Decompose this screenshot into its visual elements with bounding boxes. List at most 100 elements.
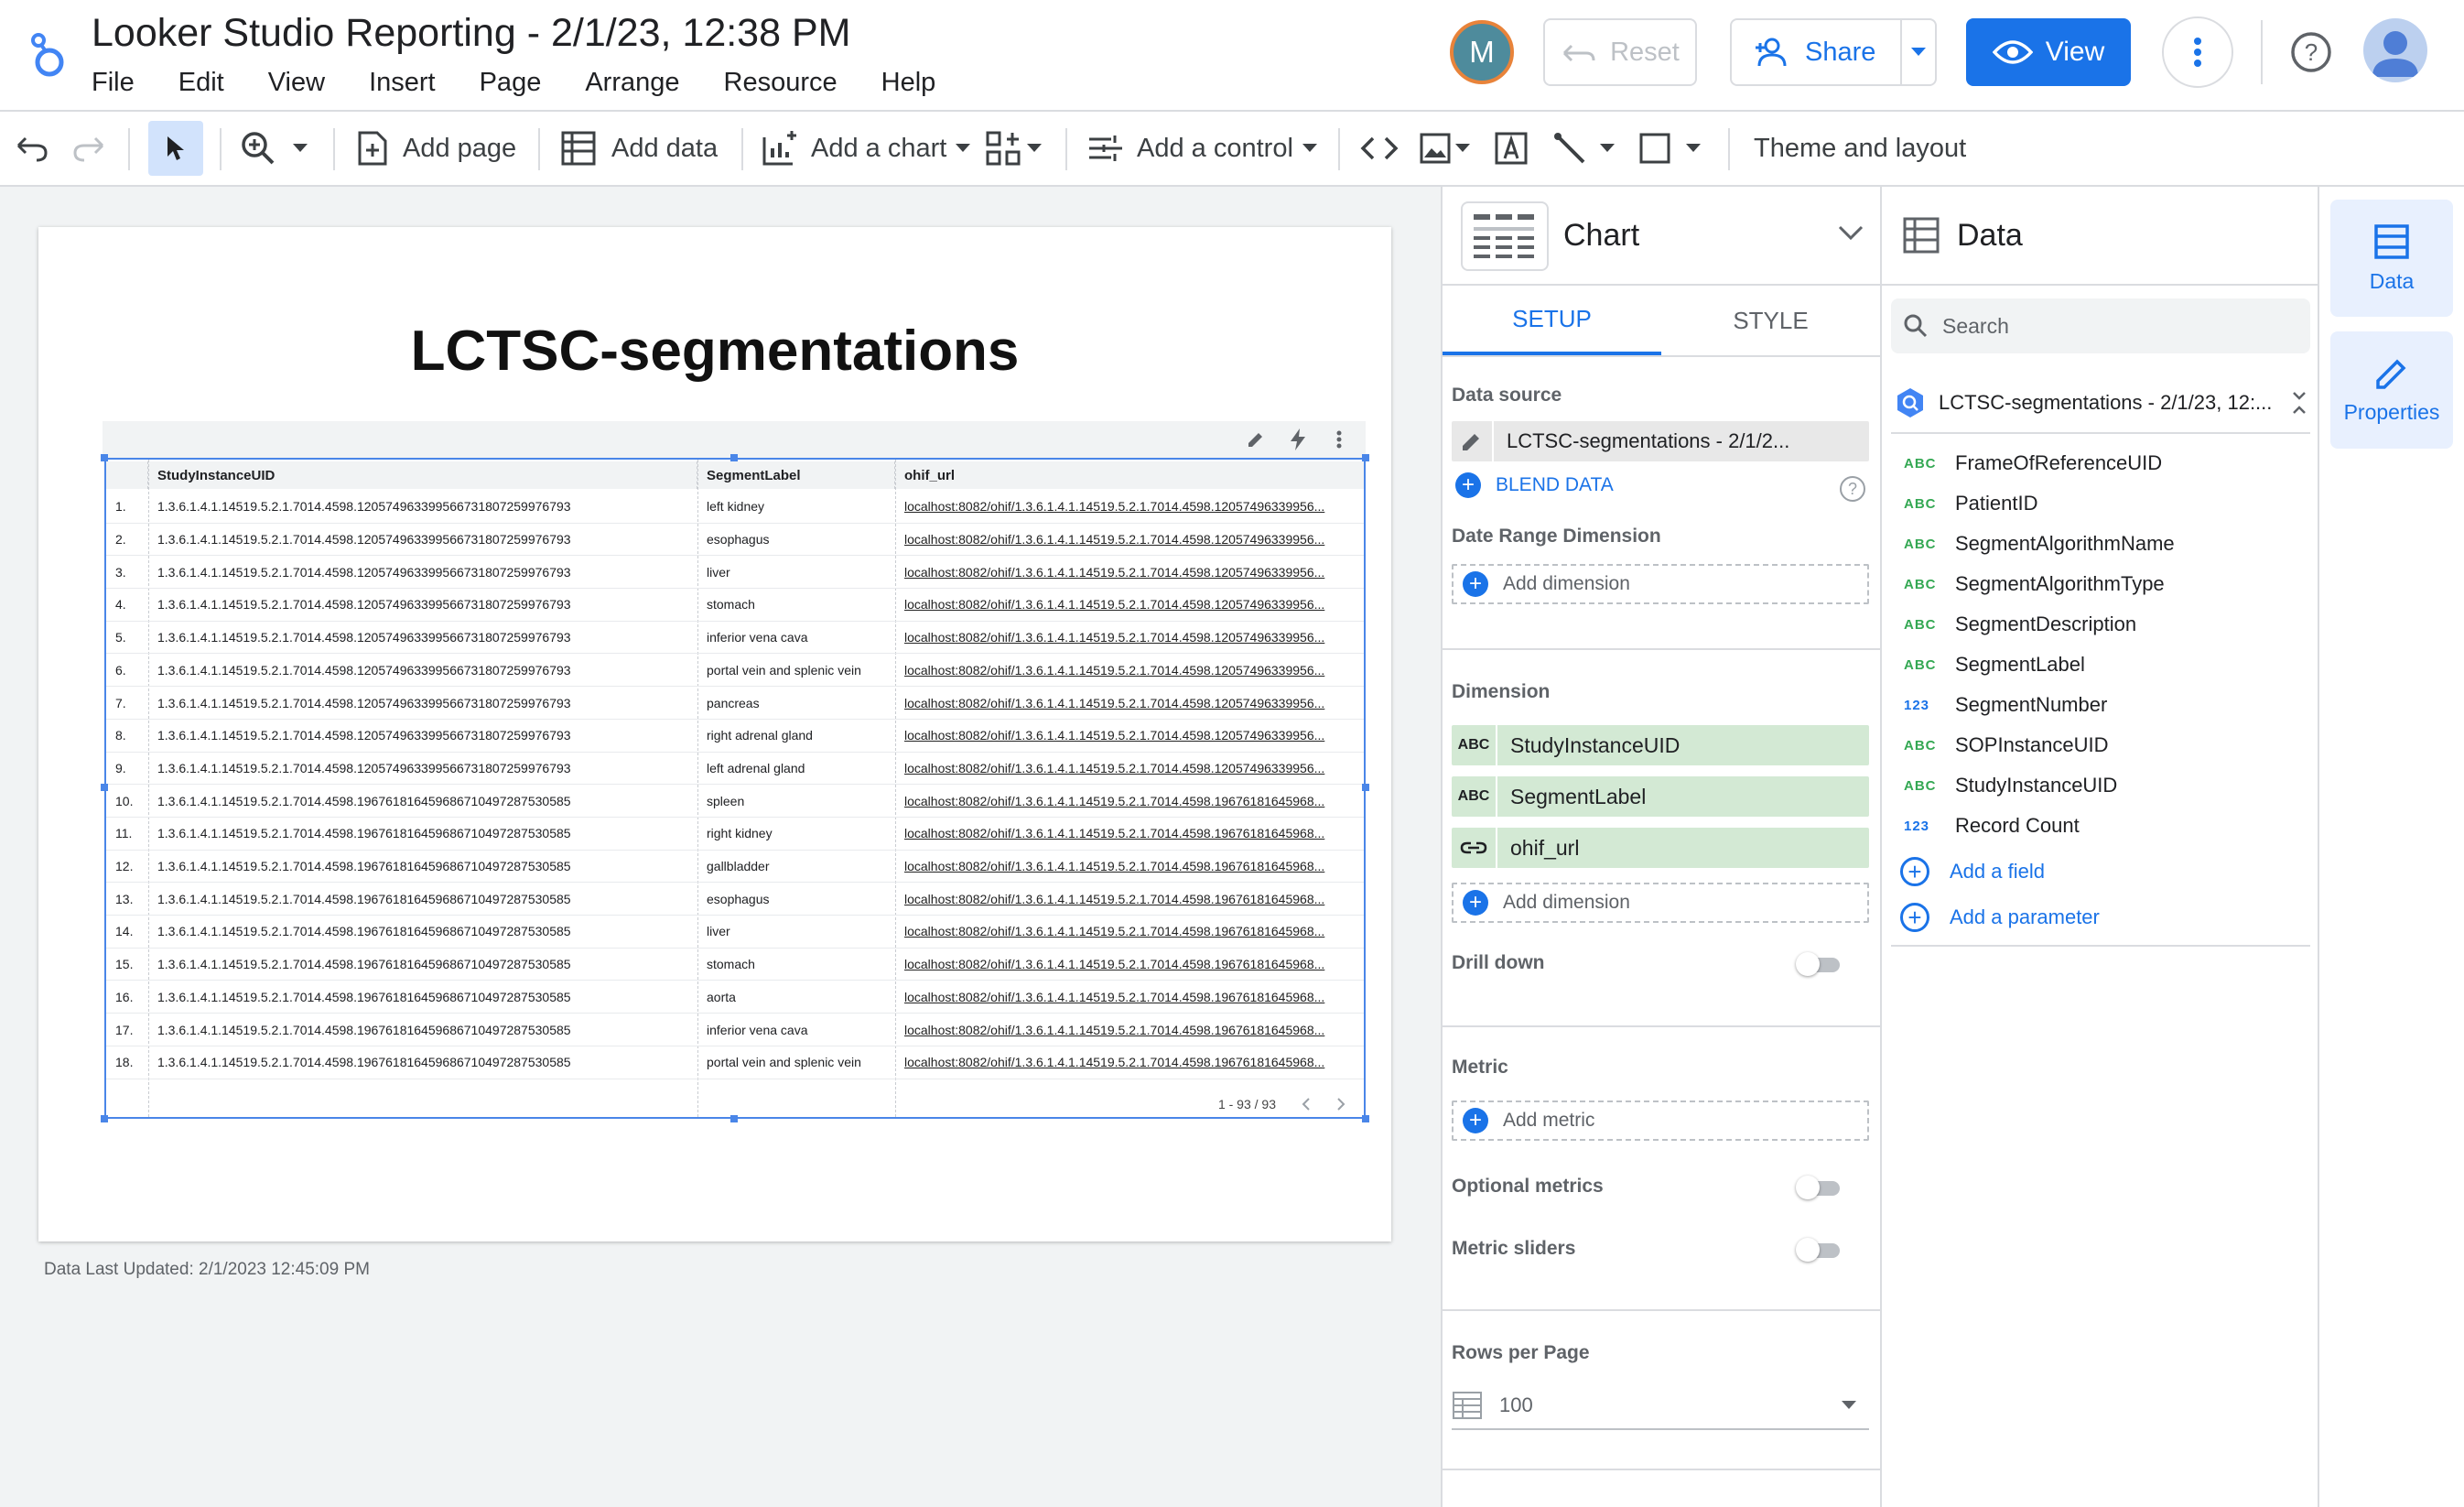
cell-ohif-url[interactable]: localhost:8082/ohif/1.3.6.1.4.1.14519.5.… xyxy=(895,622,1364,654)
cell-ohif-url[interactable]: localhost:8082/ohif/1.3.6.1.4.1.14519.5.… xyxy=(895,1046,1364,1079)
add-field-button[interactable]: + Add a field xyxy=(1900,857,2045,886)
field-item[interactable]: ABC SegmentAlgorithmType xyxy=(1904,566,2165,602)
more-vert-icon[interactable] xyxy=(1336,430,1342,449)
table-row[interactable]: 5. 1.3.6.1.4.1.14519.5.2.1.7014.4598.1205… xyxy=(106,622,1364,655)
table-row[interactable]: 16. 1.3.6.1.4.1.14519.5.2.1.7014.4598.196… xyxy=(106,981,1364,1014)
rail-data-button[interactable]: Data xyxy=(2330,200,2453,317)
lightning-icon[interactable] xyxy=(1291,428,1305,450)
field-item[interactable]: ABC StudyInstanceUID xyxy=(1904,767,2117,804)
add-date-dimension-button[interactable]: + Add dimension xyxy=(1452,564,1869,604)
table-row[interactable]: 7. 1.3.6.1.4.1.14519.5.2.1.7014.4598.1205… xyxy=(106,687,1364,720)
help-icon[interactable]: ? xyxy=(2290,31,2332,73)
metric-sliders-toggle[interactable] xyxy=(1796,1238,1840,1262)
tab-setup[interactable]: SETUP xyxy=(1443,286,1661,355)
reset-button[interactable]: Reset xyxy=(1543,18,1697,86)
cell-ohif-url[interactable]: localhost:8082/ohif/1.3.6.1.4.1.14519.5.… xyxy=(895,687,1364,719)
chevron-down-icon[interactable] xyxy=(1838,225,1864,242)
menu-help[interactable]: Help xyxy=(881,68,936,98)
cell-ohif-url[interactable]: localhost:8082/ohif/1.3.6.1.4.1.14519.5.… xyxy=(895,785,1364,817)
dimension-chip-studyinstanceuid[interactable]: ABC StudyInstanceUID xyxy=(1452,725,1869,765)
share-dropdown-icon[interactable] xyxy=(1902,48,1935,57)
field-item[interactable]: ABC SegmentDescription xyxy=(1904,606,2136,643)
add-dimension-button[interactable]: + Add dimension xyxy=(1452,883,1869,923)
cell-ohif-url[interactable]: localhost:8082/ohif/1.3.6.1.4.1.14519.5.… xyxy=(895,524,1364,556)
optional-metrics-toggle[interactable] xyxy=(1796,1176,1840,1199)
report-page[interactable]: LCTSC-segmentations StudyInstanceUID Seg… xyxy=(38,227,1391,1241)
cell-ohif-url[interactable]: localhost:8082/ohif/1.3.6.1.4.1.14519.5.… xyxy=(895,949,1364,981)
menu-view[interactable]: View xyxy=(268,68,325,98)
text-box-button[interactable] xyxy=(1494,112,1529,185)
menu-arrange[interactable]: Arrange xyxy=(585,68,679,98)
add-chart-button[interactable]: Add a chart xyxy=(762,112,971,185)
cell-ohif-url[interactable]: localhost:8082/ohif/1.3.6.1.4.1.14519.5.… xyxy=(895,916,1364,948)
table-frame[interactable]: StudyInstanceUID SegmentLabel ohif_url 1… xyxy=(104,458,1366,1119)
table-row[interactable]: 3. 1.3.6.1.4.1.14519.5.2.1.7014.4598.1205… xyxy=(106,556,1364,590)
menu-resource[interactable]: Resource xyxy=(724,68,838,98)
dimension-chip-ohif-url[interactable]: ohif_url xyxy=(1452,828,1869,868)
collaborator-avatar[interactable]: M xyxy=(1450,20,1514,84)
cell-ohif-url[interactable]: localhost:8082/ohif/1.3.6.1.4.1.14519.5.… xyxy=(895,883,1364,915)
table-row[interactable]: 10. 1.3.6.1.4.1.14519.5.2.1.7014.4598.196… xyxy=(106,785,1364,818)
rows-per-page-select[interactable]: 100 xyxy=(1452,1382,1869,1430)
menu-page[interactable]: Page xyxy=(480,68,542,98)
more-options-button[interactable] xyxy=(2162,16,2233,88)
menu-insert[interactable]: Insert xyxy=(369,68,436,98)
image-button[interactable] xyxy=(1419,112,1470,185)
share-button[interactable]: Share xyxy=(1730,18,1937,86)
resize-handle[interactable] xyxy=(101,784,108,791)
cell-ohif-url[interactable]: localhost:8082/ohif/1.3.6.1.4.1.14519.5.… xyxy=(895,655,1364,687)
dimension-chip-segmentlabel[interactable]: ABC SegmentLabel xyxy=(1452,776,1869,817)
menu-edit[interactable]: Edit xyxy=(178,68,224,98)
resize-handle[interactable] xyxy=(101,454,108,461)
table-row[interactable]: 11. 1.3.6.1.4.1.14519.5.2.1.7014.4598.196… xyxy=(106,818,1364,851)
table-row[interactable]: 8. 1.3.6.1.4.1.14519.5.2.1.7014.4598.1205… xyxy=(106,720,1364,753)
table-row[interactable]: 15. 1.3.6.1.4.1.14519.5.2.1.7014.4598.196… xyxy=(106,949,1364,981)
add-control-button[interactable]: Add a control xyxy=(1087,112,1317,185)
redo-button[interactable] xyxy=(71,112,106,185)
rail-properties-button[interactable]: Properties xyxy=(2330,331,2453,449)
looker-studio-logo-icon[interactable] xyxy=(26,27,70,82)
add-data-button[interactable]: Add data xyxy=(560,112,718,185)
cell-ohif-url[interactable]: localhost:8082/ohif/1.3.6.1.4.1.14519.5.… xyxy=(895,818,1364,850)
data-source-chip[interactable]: LCTSC-segmentations - 2/1/2... xyxy=(1452,421,1869,461)
edit-pencil-icon[interactable] xyxy=(1247,430,1265,449)
add-parameter-button[interactable]: + Add a parameter xyxy=(1900,903,2100,932)
account-avatar[interactable] xyxy=(2363,18,2427,82)
field-item[interactable]: ABC PatientID xyxy=(1904,485,2038,522)
table-row[interactable]: 2. 1.3.6.1.4.1.14519.5.2.1.7014.4598.1205… xyxy=(106,524,1364,557)
table-row[interactable]: 13. 1.3.6.1.4.1.14519.5.2.1.7014.4598.196… xyxy=(106,883,1364,916)
zoom-button[interactable] xyxy=(240,112,308,185)
share-main[interactable]: Share xyxy=(1732,20,1902,84)
menu-file[interactable]: File xyxy=(92,68,135,98)
field-item[interactable]: ABC SegmentAlgorithmName xyxy=(1904,526,2175,562)
column-header-segmentlabel[interactable]: SegmentLabel xyxy=(697,461,895,489)
field-item[interactable]: ABC SegmentLabel xyxy=(1904,646,2085,683)
cell-ohif-url[interactable]: localhost:8082/ohif/1.3.6.1.4.1.14519.5.… xyxy=(895,753,1364,785)
table-row[interactable]: 14. 1.3.6.1.4.1.14519.5.2.1.7014.4598.196… xyxy=(106,916,1364,949)
theme-and-layout-button[interactable]: Theme and layout xyxy=(1754,112,1966,185)
table-row[interactable]: 9. 1.3.6.1.4.1.14519.5.2.1.7014.4598.1205… xyxy=(106,753,1364,786)
view-button[interactable]: View xyxy=(1966,18,2131,86)
table-row[interactable]: 12. 1.3.6.1.4.1.14519.5.2.1.7014.4598.196… xyxy=(106,851,1364,884)
column-header-studyinstanceuid[interactable]: StudyInstanceUID xyxy=(148,461,697,489)
resize-handle[interactable] xyxy=(730,454,738,461)
cell-ohif-url[interactable]: localhost:8082/ohif/1.3.6.1.4.1.14519.5.… xyxy=(895,491,1364,523)
cell-ohif-url[interactable]: localhost:8082/ohif/1.3.6.1.4.1.14519.5.… xyxy=(895,1014,1364,1046)
embed-code-button[interactable] xyxy=(1360,112,1399,185)
table-chart[interactable]: StudyInstanceUID SegmentLabel ohif_url 1… xyxy=(101,421,1369,1122)
resize-handle[interactable] xyxy=(1362,1115,1369,1122)
line-button[interactable] xyxy=(1552,112,1615,185)
cell-ohif-url[interactable]: localhost:8082/ohif/1.3.6.1.4.1.14519.5.… xyxy=(895,720,1364,752)
table-row[interactable]: 1. 1.3.6.1.4.1.14519.5.2.1.7014.4598.1205… xyxy=(106,491,1364,524)
cell-ohif-url[interactable]: localhost:8082/ohif/1.3.6.1.4.1.14519.5.… xyxy=(895,851,1364,883)
field-item[interactable]: ABC SOPInstanceUID xyxy=(1904,727,2109,764)
report-title[interactable]: Looker Studio Reporting - 2/1/23, 12:38 … xyxy=(92,11,850,56)
table-row[interactable]: 18. 1.3.6.1.4.1.14519.5.2.1.7014.4598.196… xyxy=(106,1046,1364,1079)
field-item[interactable]: 123 Record Count xyxy=(1904,808,2080,844)
field-search-input[interactable]: Search xyxy=(1891,298,2310,353)
add-component-button[interactable] xyxy=(985,112,1042,185)
edit-pencil-icon[interactable] xyxy=(1452,421,1494,461)
cell-ohif-url[interactable]: localhost:8082/ohif/1.3.6.1.4.1.14519.5.… xyxy=(895,981,1364,1014)
table-row[interactable]: 17. 1.3.6.1.4.1.14519.5.2.1.7014.4598.196… xyxy=(106,1014,1364,1046)
field-item[interactable]: ABC FrameOfReferenceUID xyxy=(1904,445,2162,482)
